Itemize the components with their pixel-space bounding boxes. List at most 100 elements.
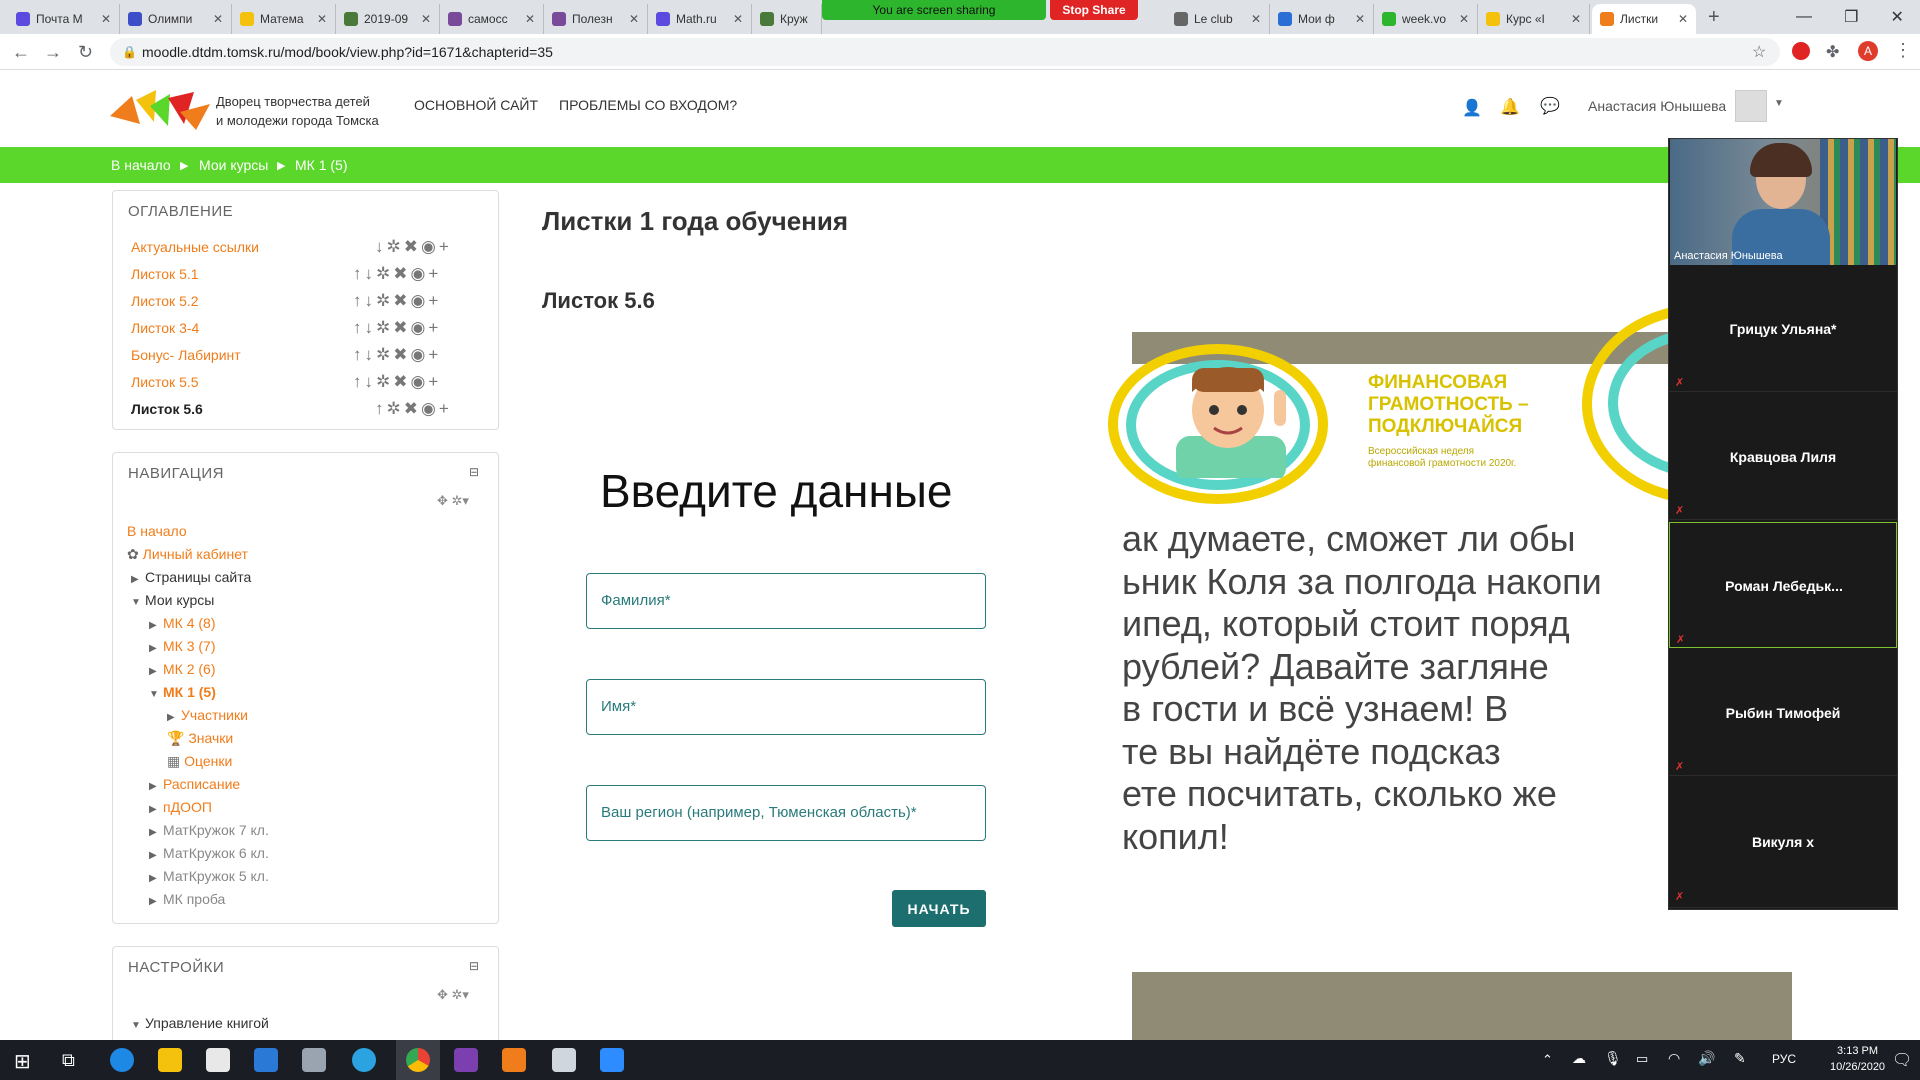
toc-item[interactable]: Листок 5.1 <box>131 266 199 282</box>
edge-icon[interactable] <box>110 1048 134 1072</box>
breadcrumb-home[interactable]: В начало <box>111 157 171 173</box>
clock[interactable]: 3:13 PM 10/26/2020 <box>1830 1043 1885 1075</box>
avatar[interactable] <box>1735 90 1767 122</box>
nav-grades[interactable]: ▦ Оценки <box>167 753 232 770</box>
language-indicator[interactable]: РУС <box>1772 1052 1796 1066</box>
browser-tab[interactable]: Полезн ✕ <box>544 4 648 34</box>
participant-tile[interactable]: Викуля x ✗ <box>1669 778 1897 908</box>
toc-item[interactable]: Актуальные ссылки <box>131 239 259 255</box>
person-add-icon[interactable]: 👤 <box>1462 98 1482 118</box>
chevron-down-icon[interactable]: ▼ <box>1774 98 1784 109</box>
toc-controls[interactable]: ↓✲✖◉+ <box>375 237 452 257</box>
notifications-icon[interactable]: 🗨 <box>1892 1050 1912 1070</box>
app-icon[interactable] <box>302 1048 326 1072</box>
nav-home[interactable]: В начало <box>127 523 187 539</box>
browser-tab[interactable]: Курс «I ✕ <box>1478 4 1590 34</box>
participant-tile[interactable]: Рыбин Тимофей ✗ <box>1669 650 1897 776</box>
minimize-icon[interactable]: — <box>1796 8 1812 26</box>
close-icon[interactable]: ✕ <box>629 12 639 26</box>
bell-icon[interactable]: 🔔 <box>1500 97 1520 117</box>
participant-tile[interactable]: Кравцова Лиля ✗ <box>1669 394 1897 520</box>
mail-icon[interactable] <box>254 1048 278 1072</box>
nav-participants[interactable]: ▶ Участники <box>167 707 248 723</box>
wifi-icon[interactable]: ◠ <box>1668 1050 1680 1067</box>
participant-tile-active[interactable]: Роман Лебедьк... ✗ <box>1669 522 1897 648</box>
nav-course-muted[interactable]: ▶ МатКружок 5 кл. <box>149 868 269 884</box>
collapse-icon[interactable]: ⊟ <box>469 959 479 973</box>
cloud-icon[interactable]: ☁ <box>1572 1050 1586 1067</box>
close-icon[interactable]: ✕ <box>1251 12 1261 26</box>
browser-tab[interactable]: самосс ✕ <box>440 4 544 34</box>
stop-share-button[interactable]: Stop Share <box>1050 0 1138 20</box>
nav-course-muted[interactable]: ▶ МатКружок 6 кл. <box>149 845 269 861</box>
browser-tab[interactable]: Почта M ✕ <box>8 4 120 34</box>
close-icon[interactable]: ✕ <box>1571 12 1581 26</box>
block-actions-icon[interactable]: ✥ ✲▾ <box>437 987 469 1003</box>
browser-tab[interactable]: week.vo ✕ <box>1374 4 1478 34</box>
nav-schedule[interactable]: ▶ Расписание <box>149 776 240 792</box>
nav-course[interactable]: ▶ МК 3 (7) <box>149 638 216 654</box>
forward-icon[interactable]: → <box>44 42 62 63</box>
browser-tab[interactable]: Матема ✕ <box>232 4 336 34</box>
block-actions-icon[interactable]: ✥ ✲▾ <box>437 493 469 509</box>
toc-controls[interactable]: ↑↓✲✖◉+ <box>353 264 441 284</box>
region-field[interactable]: Ваш регион (например, Тюменская область)… <box>586 785 986 841</box>
extension-icon[interactable] <box>1792 42 1810 60</box>
nav-main-site[interactable]: ОСНОВНОЙ САЙТ <box>414 97 538 113</box>
puzzle-icon[interactable]: ✤ <box>1826 42 1839 62</box>
participant-tile[interactable]: Грицук Ульяна* ✗ <box>1669 266 1897 392</box>
user-name[interactable]: Анастасия Юнышева <box>1588 98 1726 114</box>
nav-course[interactable]: ▶ МК 2 (6) <box>149 661 216 677</box>
close-icon[interactable]: ✕ <box>421 12 431 26</box>
nav-my-courses[interactable]: ▼ Мои курсы <box>131 592 214 608</box>
breadcrumb-courses[interactable]: Мои курсы <box>199 157 268 173</box>
browser-tab[interactable]: Math.ru ✕ <box>648 4 752 34</box>
browser-tab[interactable]: Олимпи ✕ <box>120 4 232 34</box>
site-logo[interactable] <box>110 86 210 136</box>
close-icon[interactable]: ✕ <box>733 12 743 26</box>
surname-field[interactable]: Фамилия* <box>586 573 986 629</box>
paint-icon[interactable] <box>552 1048 576 1072</box>
pen-icon[interactable]: ✎ <box>1734 1050 1746 1067</box>
nav-badges[interactable]: 🏆 Значки <box>167 730 233 747</box>
onenote-icon[interactable] <box>454 1048 478 1072</box>
menu-kebab-icon[interactable]: ⋮ <box>1894 40 1912 61</box>
bookmark-star-icon[interactable]: ☆ <box>1752 42 1766 62</box>
toc-controls[interactable]: ↑↓✲✖◉+ <box>353 345 441 365</box>
nav-course-muted[interactable]: ▶ МатКружок 7 кл. <box>149 822 269 838</box>
toc-item[interactable]: Листок 3-4 <box>131 320 199 336</box>
new-tab-button[interactable]: + <box>1708 6 1720 29</box>
close-icon[interactable]: ✕ <box>1459 12 1469 26</box>
toc-controls[interactable]: ↑✲✖◉+ <box>375 399 452 419</box>
toc-controls[interactable]: ↑↓✲✖◉+ <box>353 372 441 392</box>
back-icon[interactable]: ← <box>12 42 30 63</box>
nav-course[interactable]: ▶ МК 4 (8) <box>149 615 216 631</box>
toc-item[interactable]: Листок 5.5 <box>131 374 199 390</box>
nav-current-course[interactable]: ▼ МК 1 (5) <box>149 684 216 700</box>
browser-tab[interactable]: Мои ф ✕ <box>1270 4 1374 34</box>
microphone-icon[interactable]: 🎙 <box>1604 1050 1622 1067</box>
url-input[interactable]: 🔒 moodle.dtdm.tomsk.ru/mod/book/view.php… <box>110 38 1780 66</box>
browser-tab[interactable]: Круж <box>752 4 822 34</box>
nav-site-pages[interactable]: ▶ Страницы сайта <box>131 569 251 585</box>
start-button[interactable]: НАЧАТЬ <box>892 890 986 927</box>
windows-start-icon[interactable]: ⊞ <box>14 1049 31 1074</box>
close-window-icon[interactable]: ✕ <box>1891 7 1904 27</box>
nav-pdoop[interactable]: ▶ пДООП <box>149 799 212 815</box>
nav-login-problems[interactable]: ПРОБЛЕМЫ СО ВХОДОМ? <box>559 97 737 113</box>
chrome-icon[interactable] <box>406 1048 430 1072</box>
collapse-icon[interactable]: ⊟ <box>469 465 479 479</box>
restore-icon[interactable]: ❐ <box>1844 7 1858 27</box>
close-icon[interactable]: ✕ <box>1678 12 1688 26</box>
chat-icon[interactable]: 💬 <box>1540 96 1560 116</box>
close-icon[interactable]: ✕ <box>525 12 535 26</box>
toc-controls[interactable]: ↑↓✲✖◉+ <box>353 291 441 311</box>
profile-icon[interactable]: A <box>1858 41 1878 61</box>
tray-expand-icon[interactable]: ⌃ <box>1542 1052 1553 1068</box>
nav-manage-book[interactable]: ▼ Управление книгой <box>131 1015 269 1031</box>
telegram-icon[interactable] <box>352 1048 376 1072</box>
nav-course-muted[interactable]: ▶ МК проба <box>149 891 225 907</box>
task-view-icon[interactable]: ⧉ <box>62 1050 75 1071</box>
nav-dashboard[interactable]: ✿ Личный кабинет <box>127 546 248 563</box>
toc-item[interactable]: Бонус- Лабиринт <box>131 347 241 363</box>
